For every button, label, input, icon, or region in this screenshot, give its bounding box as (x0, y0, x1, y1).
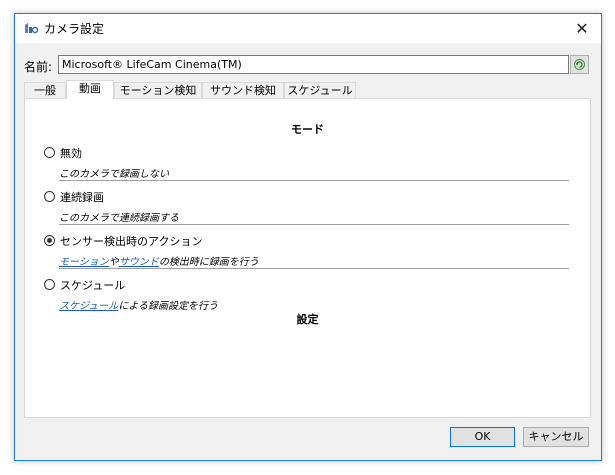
divider (59, 180, 569, 181)
divider (59, 268, 569, 269)
sound-link[interactable]: サウンド (119, 257, 159, 268)
refresh-icon (574, 59, 585, 70)
radio-sensor-action[interactable] (44, 235, 55, 246)
tab-motion-detection[interactable]: モーション検知 (114, 82, 202, 98)
settings-heading: 設定 (296, 313, 319, 326)
video-tab-panel: モード 無効 このカメラで録画しない 連続録画 このカメラで連続録画する センサ… (24, 98, 591, 418)
tab-general[interactable]: 一般 (24, 82, 66, 98)
option-sensor-desc: モーションやサウンドの検出時に録画を行う (59, 253, 259, 268)
window-title: カメラ設定 (44, 22, 105, 36)
name-label: 名前: (24, 60, 53, 74)
motion-link[interactable]: モーション (59, 257, 109, 268)
ok-button[interactable]: OK (450, 427, 515, 447)
cancel-button[interactable]: キャンセル (523, 427, 589, 447)
tab-video[interactable]: 動画 (66, 80, 114, 99)
option-continuous-label: 連続録画 (60, 191, 104, 204)
camera-name-field[interactable]: Microsoft® LifeCam Cinema(TM) (58, 55, 569, 74)
radio-continuous[interactable] (44, 191, 55, 202)
close-icon: ✕ (575, 19, 589, 38)
radio-schedule[interactable] (44, 279, 55, 290)
desc-text: や (108, 257, 119, 268)
tab-schedule[interactable]: スケジュール (284, 82, 356, 98)
dialog-window: カメラ設定 ✕ 名前: Microsoft® LifeCam Cinema(TM… (14, 13, 602, 461)
title-bar: カメラ設定 ✕ (15, 14, 601, 43)
close-button[interactable]: ✕ (563, 14, 601, 43)
desc-text: の検出時に録画を行う (158, 257, 259, 268)
divider (59, 224, 569, 225)
option-disabled-label: 無効 (60, 147, 82, 160)
option-disabled-desc: このカメラで録画しない (59, 169, 169, 180)
option-schedule-desc: スケジュールによる録画設定を行う (59, 297, 218, 312)
option-sensor-label: センサー検出時のアクション (60, 235, 203, 248)
option-continuous-desc: このカメラで連続録画する (59, 213, 179, 224)
radio-selected-dot (47, 238, 52, 243)
refresh-button[interactable] (570, 55, 589, 74)
camera-app-icon (25, 23, 38, 34)
mode-heading: モード (291, 123, 324, 136)
radio-disabled[interactable] (44, 147, 55, 158)
option-schedule-label: スケジュール (60, 279, 126, 292)
tab-sound-detection[interactable]: サウンド検知 (202, 82, 284, 98)
